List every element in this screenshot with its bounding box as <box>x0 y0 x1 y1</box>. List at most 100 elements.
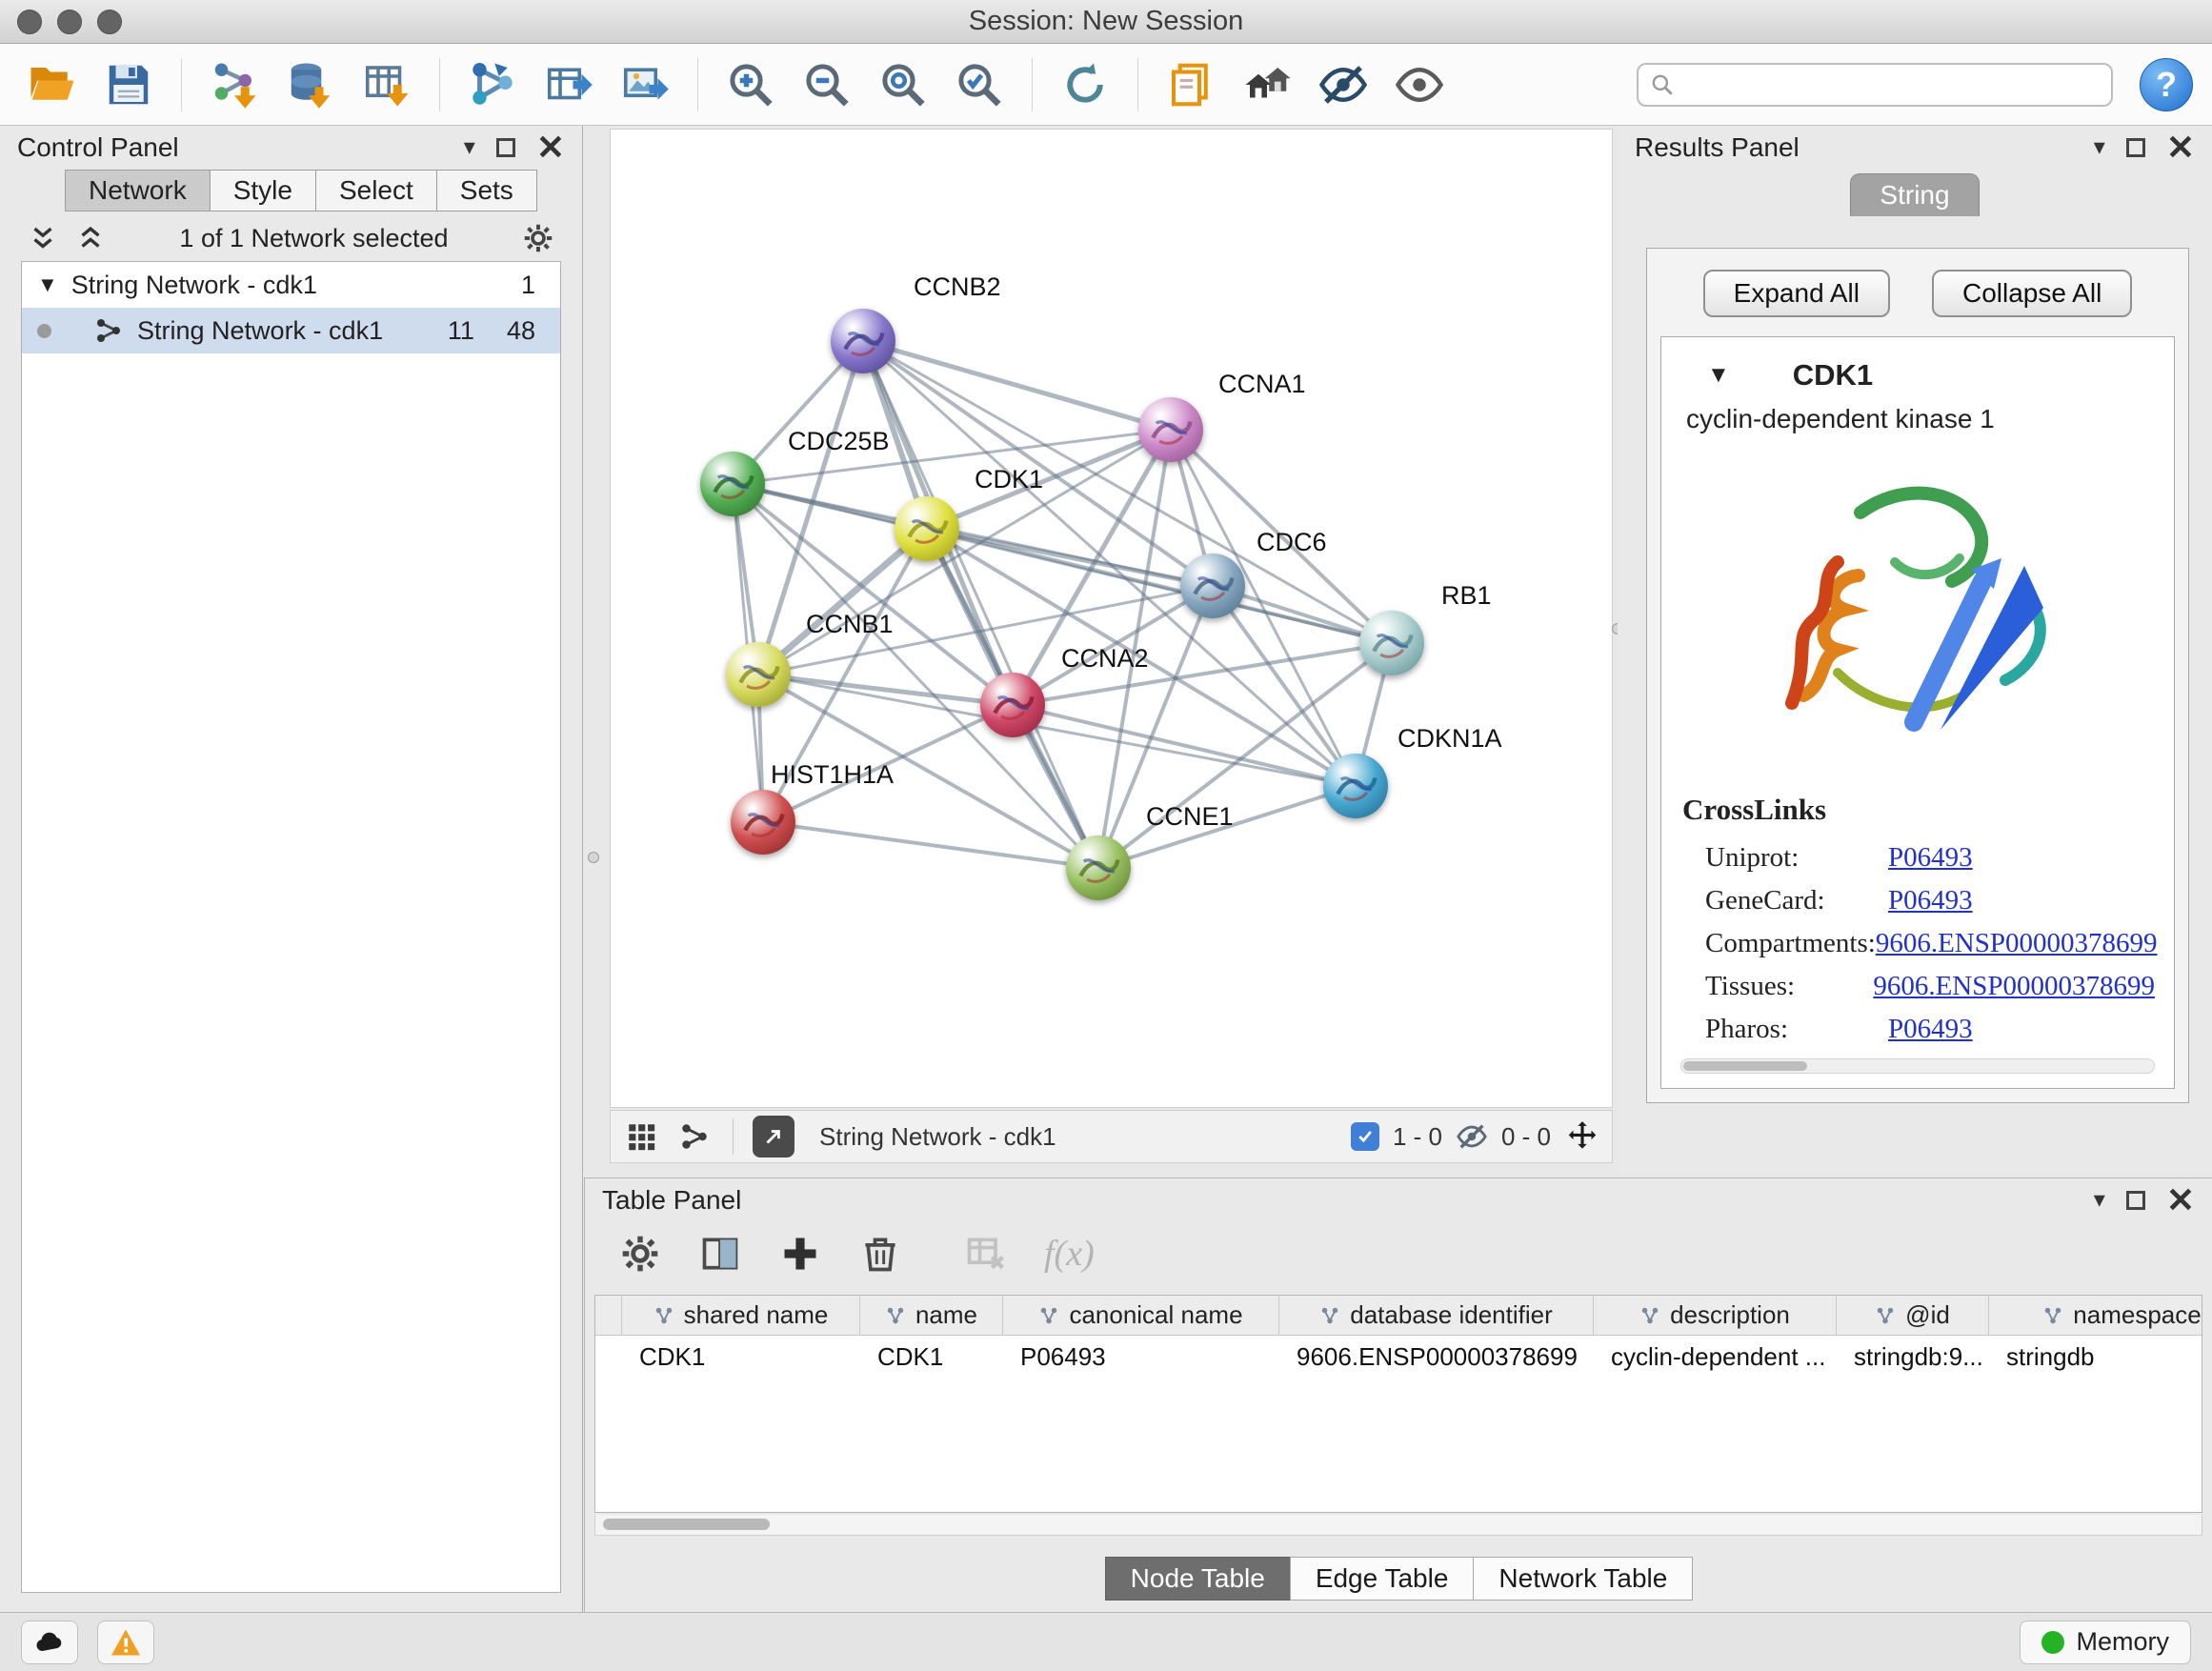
export-image-button[interactable] <box>612 51 678 118</box>
network-collection-row[interactable]: ▼ String Network - cdk1 1 <box>22 262 560 308</box>
expand-all-icon[interactable] <box>74 222 107 254</box>
import-network-from-file-button[interactable] <box>201 51 268 118</box>
table-cell[interactable]: 9606.ENSP00000378699 <box>1279 1336 1594 1378</box>
close-panel-icon[interactable]: ✕ <box>2166 134 2195 162</box>
birdseye-view-button[interactable] <box>753 1116 794 1158</box>
crosslink-link[interactable]: 9606.ENSP00000378699 <box>1876 928 2158 959</box>
collapse-all-button[interactable]: Collapse All <box>1932 270 2132 317</box>
warnings-button[interactable] <box>97 1621 154 1664</box>
delete-column-trash-icon[interactable] <box>859 1233 901 1275</box>
network-node-ccnb1[interactable] <box>726 642 791 707</box>
float-panel-icon[interactable] <box>2126 138 2145 157</box>
table-row[interactable]: CDK1CDK1P064939606.ENSP00000378699cyclin… <box>595 1336 2202 1378</box>
import-network-from-database-button[interactable] <box>277 51 344 118</box>
show-all-button[interactable] <box>1386 51 1453 118</box>
zoom-fit-button[interactable] <box>870 51 936 118</box>
tab-network[interactable]: Network <box>65 170 211 211</box>
grid-view-icon[interactable] <box>622 1117 660 1156</box>
apply-layout-button[interactable] <box>1052 51 1118 118</box>
new-network-button[interactable] <box>459 51 526 118</box>
column-header-shared-name[interactable]: shared name <box>622 1296 860 1335</box>
float-panel-icon[interactable] <box>2126 1191 2145 1210</box>
duplicate-document-button[interactable] <box>1157 51 1224 118</box>
help-button[interactable]: ? <box>2140 58 2193 111</box>
network-edge[interactable] <box>758 674 1013 705</box>
zoom-selected-button[interactable] <box>946 51 1013 118</box>
close-window-button[interactable] <box>17 10 42 34</box>
table-cell[interactable]: CDK1 <box>860 1336 1003 1378</box>
network-edge[interactable] <box>863 341 1392 643</box>
show-columns-icon[interactable] <box>699 1233 741 1275</box>
close-panel-icon[interactable]: ✕ <box>2166 1187 2195 1215</box>
tab-network-table[interactable]: Network Table <box>1473 1557 1693 1601</box>
table-settings-gear-icon[interactable] <box>619 1233 661 1275</box>
panel-menu-icon[interactable]: ▾ <box>2094 136 2105 159</box>
zoom-in-button[interactable] <box>717 51 784 118</box>
table-horizontal-scrollbar[interactable] <box>594 1515 2202 1536</box>
tree-expander-icon[interactable]: ▼ <box>37 272 58 297</box>
table-cell[interactable]: P06493 <box>1003 1336 1279 1378</box>
collapse-all-icon[interactable] <box>27 222 59 254</box>
column-header-name[interactable]: name <box>860 1296 1003 1335</box>
tab-edge-table[interactable]: Edge Table <box>1290 1557 1475 1601</box>
search-field[interactable] <box>1637 63 2113 107</box>
column-header-namespace[interactable]: namespace <box>1989 1296 2202 1335</box>
crosslink-link[interactable]: 9606.ENSP00000378699 <box>1873 971 2155 1002</box>
hide-selected-button[interactable] <box>1310 51 1377 118</box>
results-horizontal-scrollbar[interactable] <box>1680 1058 2155 1074</box>
table-cell[interactable]: cyclin-dependent ... <box>1594 1336 1837 1378</box>
network-node-ccne1[interactable] <box>1066 836 1131 900</box>
table-cell[interactable]: stringdb:9... <box>1837 1336 1989 1378</box>
tab-node-table[interactable]: Node Table <box>1105 1557 1291 1601</box>
float-panel-icon[interactable] <box>496 138 515 157</box>
selected-checkbox-icon[interactable] <box>1351 1122 1379 1151</box>
network-node-ccnb2[interactable] <box>831 309 895 373</box>
home-button[interactable] <box>1234 51 1300 118</box>
network-node-rb1[interactable] <box>1359 611 1424 675</box>
scrollbar-thumb[interactable] <box>603 1519 770 1530</box>
column-header-description[interactable]: description <box>1594 1296 1837 1335</box>
table-cell[interactable]: CDK1 <box>622 1336 860 1378</box>
column-header-canonical-name[interactable]: canonical name <box>1003 1296 1279 1335</box>
import-table-button[interactable] <box>353 51 420 118</box>
minimize-window-button[interactable] <box>57 10 82 34</box>
network-node-cdc6[interactable] <box>1180 554 1245 618</box>
column-header--id[interactable]: @id <box>1837 1296 1989 1335</box>
table-cell[interactable]: stringdb <box>1989 1336 2202 1378</box>
network-canvas[interactable]: CCNB2 CCNA1 CDC25B CDK1 CDC6 RB1 CCNB1 C… <box>610 129 1613 1108</box>
network-row[interactable]: String Network - cdk1 11 48 <box>22 308 560 353</box>
network-node-hist1h1a[interactable] <box>731 790 795 855</box>
collapse-section-icon[interactable]: ▼ <box>1707 362 1730 389</box>
tab-select[interactable]: Select <box>315 170 437 211</box>
export-table-button[interactable] <box>535 51 602 118</box>
network-node-ccna2[interactable] <box>980 673 1045 737</box>
network-node-ccna1[interactable] <box>1138 397 1203 462</box>
left-splitter-handle[interactable] <box>588 852 599 863</box>
crosslink-link[interactable]: P06493 <box>1888 842 1973 874</box>
crosslink-link[interactable]: P06493 <box>1888 1014 1973 1045</box>
panel-menu-icon[interactable]: ▾ <box>464 136 475 159</box>
tab-style[interactable]: Style <box>210 170 316 211</box>
add-column-icon[interactable] <box>779 1233 821 1275</box>
scrollbar-thumb[interactable] <box>1683 1061 1807 1071</box>
column-header-database-identifier[interactable]: database identifier <box>1279 1296 1594 1335</box>
cloud-status-button[interactable] <box>21 1621 78 1664</box>
network-edge[interactable] <box>863 341 1098 868</box>
gear-icon[interactable] <box>521 221 555 255</box>
pan-mode-icon[interactable] <box>1564 1118 1600 1155</box>
tab-sets[interactable]: Sets <box>436 170 537 211</box>
panel-menu-icon[interactable]: ▾ <box>2094 1189 2105 1212</box>
network-node-cdc25b[interactable] <box>700 452 765 516</box>
network-node-cdkn1a[interactable] <box>1323 754 1388 818</box>
memory-button[interactable]: Memory <box>2020 1621 2191 1664</box>
network-icon[interactable] <box>675 1117 714 1156</box>
tab-string[interactable]: String <box>1850 173 1979 216</box>
zoom-out-button[interactable] <box>794 51 860 118</box>
crosslink-link[interactable]: P06493 <box>1888 885 1973 916</box>
expand-all-button[interactable]: Expand All <box>1703 270 1890 317</box>
network-edge[interactable] <box>763 822 1098 868</box>
zoom-window-button[interactable] <box>97 10 122 34</box>
network-edge[interactable] <box>863 341 1171 430</box>
open-session-button[interactable] <box>19 51 86 118</box>
save-session-button[interactable] <box>95 51 162 118</box>
